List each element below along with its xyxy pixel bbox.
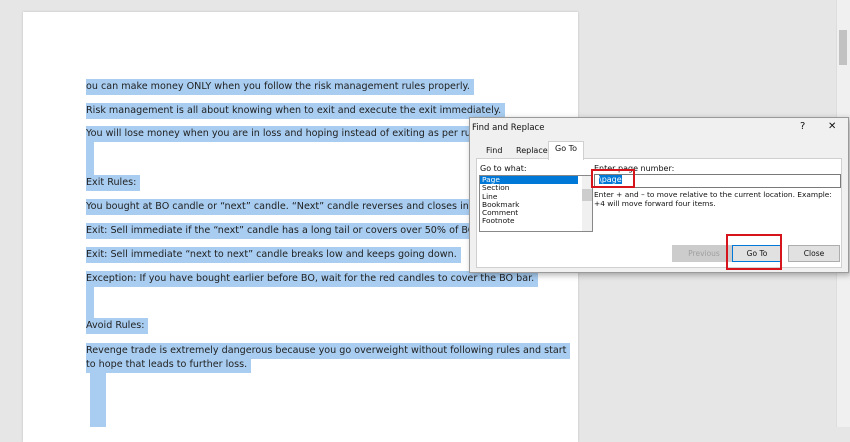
- selection-blank: [86, 287, 94, 318]
- go-to-what-list[interactable]: Page Section Line Bookmark Comment Footn…: [479, 175, 593, 232]
- find-replace-dialog: Find and Replace ? ✕ Find Replace Go To …: [469, 117, 849, 273]
- scrollbar-thumb[interactable]: [839, 30, 847, 65]
- tab-find[interactable]: Find: [480, 144, 508, 158]
- selection-blank: [86, 142, 94, 175]
- close-icon[interactable]: ✕: [828, 121, 836, 132]
- doc-line: Exit: Sell immediate “next to next” cand…: [86, 247, 461, 263]
- doc-line: Risk management is all about knowing whe…: [86, 103, 506, 119]
- go-to-what-label: Go to what:: [480, 164, 527, 173]
- help-button[interactable]: ?: [800, 121, 805, 132]
- doc-line: Avoid Rules:: [86, 318, 149, 334]
- doc-line: ou can make money ONLY when you follow t…: [86, 79, 474, 95]
- close-button[interactable]: Close: [788, 245, 840, 262]
- doc-line: Exit: Sell immediate if the “next” candl…: [86, 223, 518, 239]
- dialog-title: Find and Replace: [472, 123, 545, 133]
- highlight-box: [726, 234, 782, 270]
- doc-line: You bought at BO candle or “next” candle…: [86, 199, 529, 215]
- doc-line: Exception: If you have bought earlier be…: [86, 271, 539, 287]
- doc-line: to hope that leads to further loss.: [86, 357, 252, 373]
- doc-line: You will lose money when you are in loss…: [86, 126, 492, 142]
- doc-line: Exit Rules:: [86, 175, 141, 191]
- selection-blank: [90, 373, 106, 427]
- tab-go-to[interactable]: Go To: [548, 141, 585, 160]
- highlight-box: [591, 169, 635, 188]
- go-to-panel: Go to what: Page Section Line Bookmark C…: [476, 158, 842, 268]
- hint-text: Enter + and – to move relative to the cu…: [594, 190, 832, 208]
- list-item[interactable]: Footnote: [480, 217, 578, 226]
